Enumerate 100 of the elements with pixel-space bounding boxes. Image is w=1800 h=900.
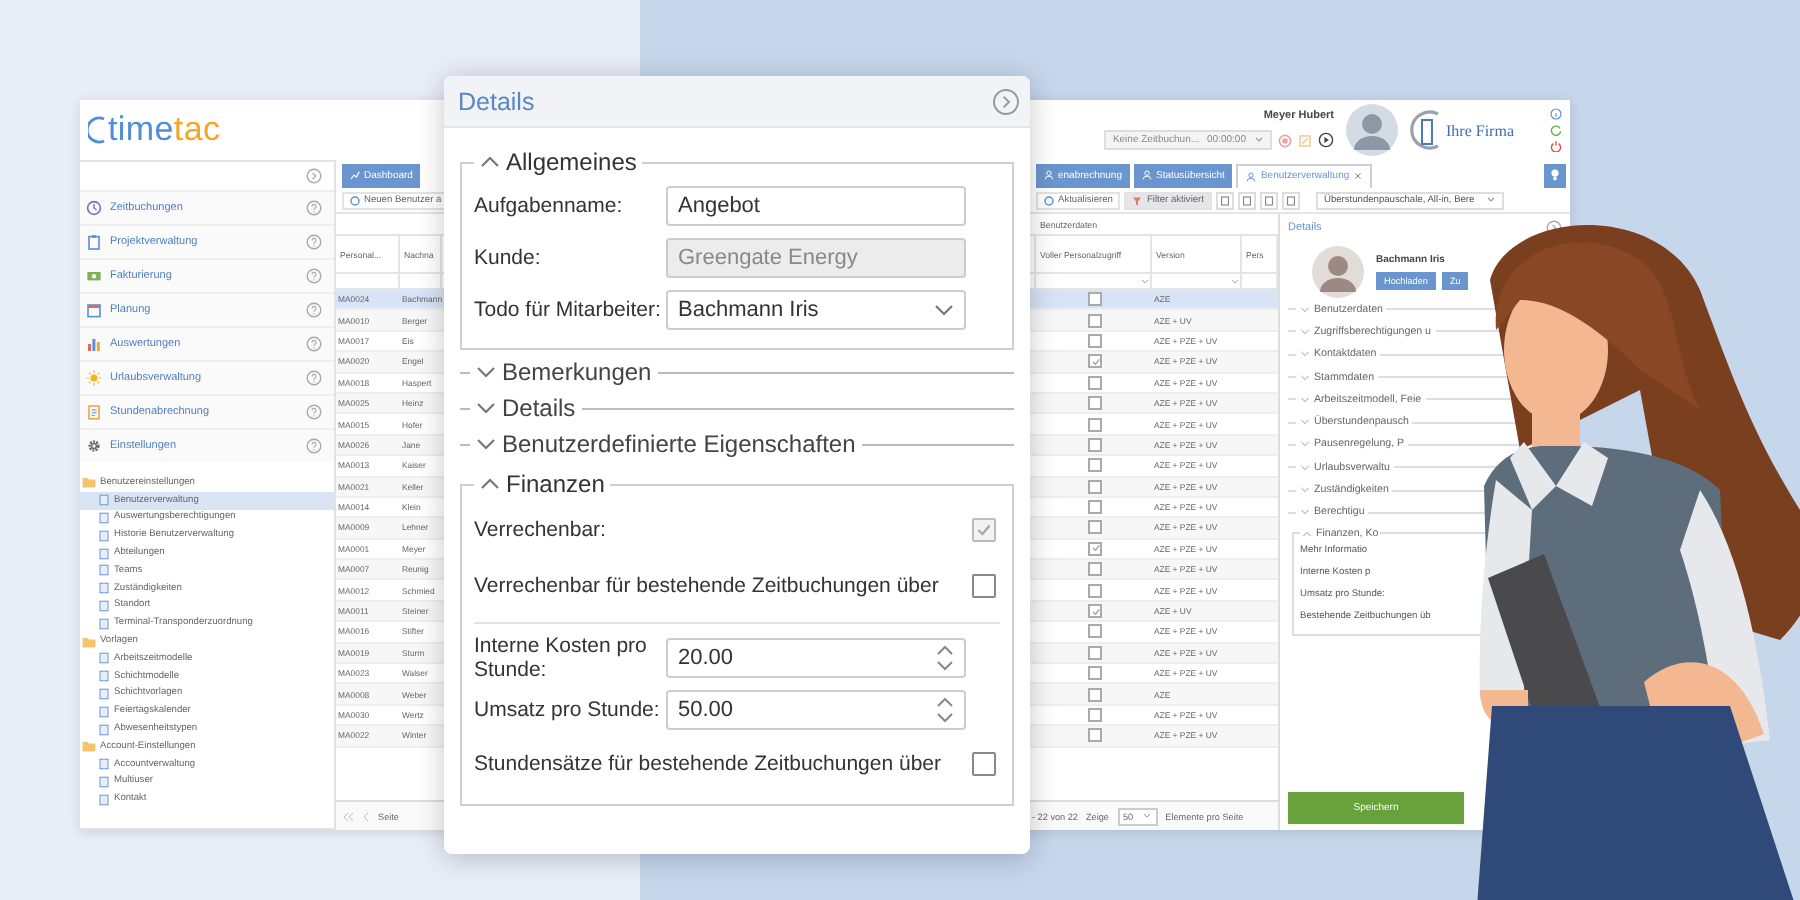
chevron-down-icon[interactable] xyxy=(1300,440,1310,449)
section-header[interactable]: Bemerkungen xyxy=(460,354,1014,390)
checkbox[interactable] xyxy=(1088,687,1102,702)
checkbox[interactable] xyxy=(1088,458,1102,473)
checkbox[interactable] xyxy=(1088,396,1102,411)
check-icon xyxy=(1091,607,1099,616)
field-label: Kunde: xyxy=(474,245,543,271)
checkbox[interactable] xyxy=(1088,479,1102,494)
help-icon[interactable] xyxy=(306,336,322,352)
checkbox[interactable] xyxy=(1088,500,1102,515)
chevron-down-icon[interactable] xyxy=(1300,373,1310,382)
app-logo: timetac xyxy=(80,110,336,150)
chevron-down-icon[interactable] xyxy=(1300,418,1310,427)
chevron-circle-icon[interactable] xyxy=(992,87,1020,115)
money-icon xyxy=(86,268,102,284)
export-icon xyxy=(1220,195,1230,205)
checkbox[interactable] xyxy=(1088,645,1102,660)
chevron-up-icon[interactable] xyxy=(480,154,500,170)
checkbox[interactable] xyxy=(1088,437,1102,452)
filter-icon xyxy=(1132,195,1143,205)
section-title: Benutzerdefinierte Eigenschaften xyxy=(502,430,856,458)
info-icon[interactable] xyxy=(1550,108,1562,120)
caret-icon xyxy=(934,302,954,318)
section-header[interactable]: Details xyxy=(460,390,1014,426)
print-icon xyxy=(1286,195,1296,205)
chevron-down-icon[interactable] xyxy=(1300,305,1310,314)
help-icon[interactable] xyxy=(306,438,322,454)
checkbox[interactable] xyxy=(1088,292,1102,307)
caret-icon xyxy=(1486,196,1496,204)
checkbox[interactable] xyxy=(1088,375,1102,390)
help-icon[interactable] xyxy=(306,200,322,216)
checkbox[interactable] xyxy=(1088,624,1102,639)
first-page-icon[interactable] xyxy=(342,811,354,821)
field-label: Aufgabenname: xyxy=(474,193,625,219)
field-label: Verrechenbar: xyxy=(474,517,606,543)
spinner-icon[interactable] xyxy=(936,644,954,672)
checkbox[interactable] xyxy=(1088,354,1102,369)
input-field[interactable]: Angebot xyxy=(666,186,966,226)
checkbox[interactable] xyxy=(1088,313,1102,328)
checkbox[interactable] xyxy=(1088,417,1102,432)
checkbox[interactable] xyxy=(1088,708,1102,722)
section-title: Details xyxy=(502,394,576,422)
chevron-up-icon xyxy=(1302,529,1312,538)
help-icon[interactable] xyxy=(306,268,322,284)
chevron-down-icon[interactable] xyxy=(1300,486,1310,495)
refresh-icon[interactable] xyxy=(1550,124,1562,136)
power-icon[interactable] xyxy=(1550,140,1562,152)
spinner-icon[interactable] xyxy=(936,696,954,724)
check-icon xyxy=(1091,357,1099,366)
checkbox[interactable] xyxy=(1088,666,1102,681)
checkbox[interactable] xyxy=(1088,520,1102,535)
lightbulb-button[interactable] xyxy=(1544,163,1566,187)
chevron-up-icon[interactable] xyxy=(480,476,500,492)
field-label: Stundensätze für bestehende Zeitbuchungen über xyxy=(474,751,942,777)
sun-icon xyxy=(86,370,102,386)
help-icon[interactable] xyxy=(306,404,322,420)
play-icon[interactable] xyxy=(1318,132,1334,148)
emblem-icon xyxy=(1410,108,1442,152)
checkbox[interactable] xyxy=(972,752,996,776)
section-title: Bemerkungen xyxy=(502,358,652,386)
close-icon[interactable] xyxy=(1353,172,1362,180)
field-label: Todo für Mitarbeiter: xyxy=(474,297,663,323)
chevron-down-icon[interactable] xyxy=(1300,463,1310,472)
previous-page-icon[interactable] xyxy=(362,811,370,821)
checkbox[interactable] xyxy=(1088,728,1102,743)
gear-icon xyxy=(86,438,102,454)
chevron-down-icon[interactable] xyxy=(1300,327,1310,336)
clock-icon xyxy=(86,200,102,216)
checkbox[interactable] xyxy=(1088,333,1102,348)
avatar-icon xyxy=(1312,246,1364,298)
checkbox[interactable] xyxy=(1088,604,1102,619)
field-label: Interne Kosten pro Stunde: xyxy=(474,633,649,683)
edit-icon[interactable] xyxy=(1298,133,1312,147)
dropdown[interactable]: Bachmann Iris xyxy=(666,290,966,330)
check-icon xyxy=(1091,544,1099,553)
record-icon[interactable] xyxy=(1278,133,1292,147)
chevron-down-icon[interactable] xyxy=(1300,508,1310,517)
checkbox[interactable] xyxy=(972,574,996,598)
company-name: Ihre Firma xyxy=(1446,121,1514,139)
bar-chart-icon xyxy=(86,336,102,352)
help-icon[interactable] xyxy=(306,370,322,386)
help-icon[interactable] xyxy=(306,234,322,250)
refresh-icon xyxy=(350,195,360,205)
input-field[interactable]: 50.00 xyxy=(666,690,966,730)
logo-ring-icon xyxy=(88,114,108,146)
help-icon[interactable] xyxy=(306,302,322,318)
input-field[interactable]: 20.00 xyxy=(666,638,966,678)
checkbox[interactable] xyxy=(1088,541,1102,556)
section-title: Finanzen xyxy=(506,470,605,498)
section-title: Allgemeines xyxy=(506,148,637,176)
clipboard-icon xyxy=(86,234,102,250)
checkbox[interactable] xyxy=(1088,583,1102,598)
calendar-icon xyxy=(86,302,102,318)
chevron-down-icon[interactable] xyxy=(1300,395,1310,404)
refresh-icon xyxy=(1044,195,1054,205)
chevron-down-icon[interactable] xyxy=(1300,350,1310,359)
section-header[interactable]: Benutzerdefinierte Eigenschaften xyxy=(460,426,1014,462)
chart-icon xyxy=(350,170,360,180)
folder-icon xyxy=(82,740,96,753)
checkbox[interactable] xyxy=(1088,562,1102,577)
